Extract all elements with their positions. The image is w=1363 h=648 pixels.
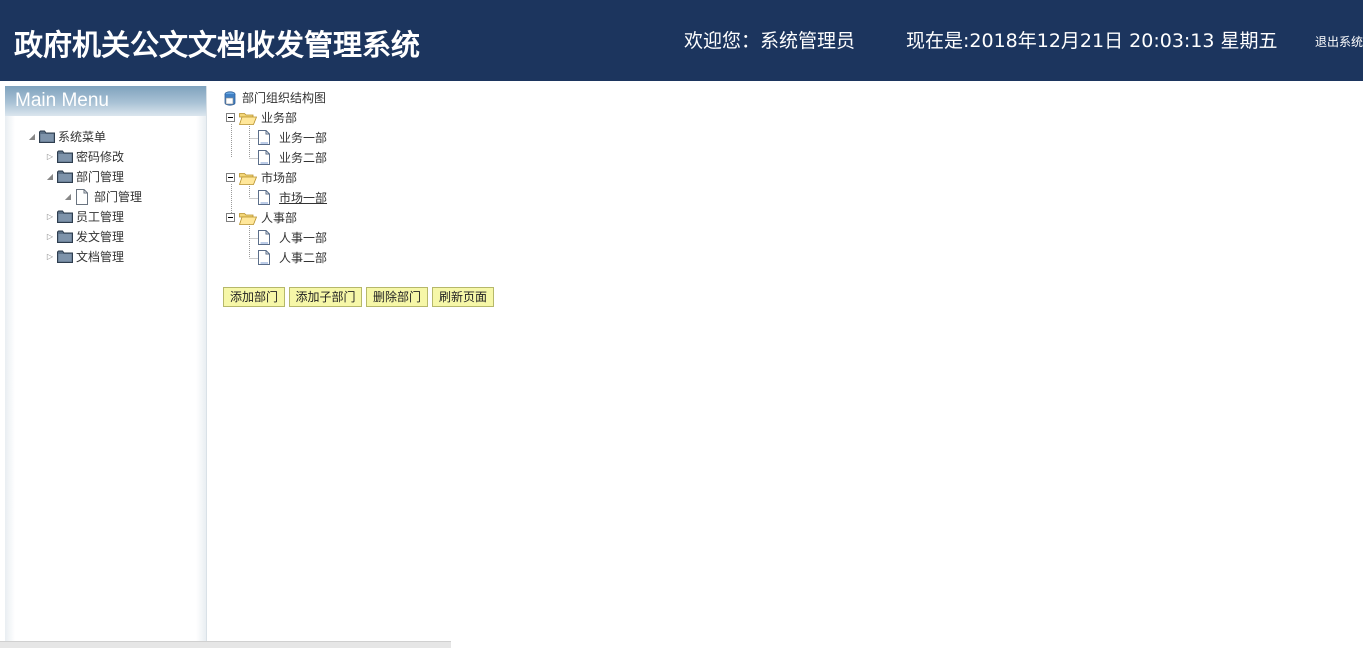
menu-item-label: 系统菜单: [58, 130, 107, 144]
current-datetime: 现在是:2018年12月21日 20:03:13 星期五: [906, 30, 1278, 52]
sidebar-main-menu: Main Menu ◢ 系统菜单 ▷ 密码修改 ◢ 部门管理 ◢ 部门管理 ▷ …: [5, 86, 207, 647]
top-header: 政府机关公文文档收发管理系统 欢迎您：系统管理员 现在是:2018年12月21日…: [0, 0, 1363, 81]
document-icon: [258, 250, 270, 265]
expanded-arrow-icon: ◢: [64, 192, 72, 201]
logout-link[interactable]: 退出系统: [1315, 33, 1363, 50]
tree-subdept-label: 人事一部: [279, 231, 328, 245]
collapsed-arrow-icon[interactable]: ▷: [45, 148, 55, 166]
document-icon: [258, 230, 270, 245]
open-folder-icon: [239, 112, 257, 125]
tree-root-label: 部门组织结构图: [242, 91, 327, 105]
folder-icon: [57, 230, 73, 243]
app-title: 政府机关公文文档收发管理系统: [14, 28, 421, 62]
folder-icon: [57, 150, 73, 163]
tree-dept-label: 市场部: [261, 171, 298, 185]
menu-item-label: 部门管理: [94, 190, 143, 204]
menu-item-label: 员工管理: [76, 210, 125, 224]
document-icon: [258, 150, 270, 165]
folder-icon: [39, 130, 55, 143]
refresh-page-button[interactable]: 刷新页面: [432, 287, 494, 307]
collapsed-arrow-icon[interactable]: ▷: [45, 208, 55, 226]
collapsed-arrow-icon[interactable]: ▷: [45, 248, 55, 266]
document-icon: [75, 189, 91, 205]
folder-icon: [57, 250, 73, 263]
document-icon: [258, 190, 270, 205]
collapsed-arrow-icon[interactable]: ▷: [45, 228, 55, 246]
database-icon: [224, 91, 236, 106]
menu-item-label: 文档管理: [76, 250, 125, 264]
tree-subdept-label: 人事二部: [279, 251, 328, 265]
document-icon: [258, 130, 270, 145]
collapse-toggle-icon[interactable]: [226, 213, 235, 222]
tree-dept-label: 人事部: [261, 211, 298, 225]
add-subdepartment-button[interactable]: 添加子部门: [289, 287, 362, 307]
expanded-arrow-icon[interactable]: ◢: [45, 168, 55, 186]
menu-item-label: 密码修改: [76, 150, 125, 164]
folder-icon: [57, 170, 73, 183]
collapse-toggle-icon[interactable]: [226, 173, 235, 182]
expanded-arrow-icon[interactable]: ◢: [27, 128, 37, 146]
main-menu-heading: Main Menu: [5, 86, 206, 116]
welcome-text: 欢迎您：系统管理员: [684, 30, 856, 52]
menu-item-label: 部门管理: [76, 170, 125, 184]
collapse-toggle-icon[interactable]: [226, 113, 235, 122]
folder-icon: [57, 210, 73, 223]
open-folder-icon: [239, 212, 257, 225]
tree-subdept-label: 业务二部: [279, 151, 328, 165]
add-department-button[interactable]: 添加部门: [223, 287, 285, 307]
tree-subdept-label: 业务一部: [279, 131, 328, 145]
open-folder-icon: [239, 172, 257, 185]
delete-department-button[interactable]: 删除部门: [366, 287, 428, 307]
menu-item-label: 发文管理: [76, 230, 125, 244]
tree-dept-label: 业务部: [261, 111, 298, 125]
tree-subdept-label-hover: 市场一部: [279, 191, 328, 205]
